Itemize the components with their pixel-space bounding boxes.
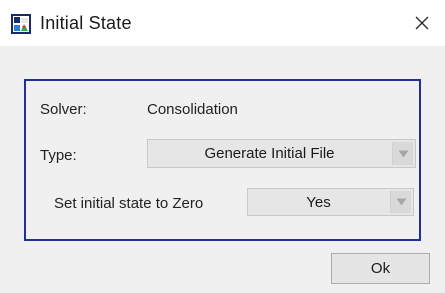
close-button[interactable] [399, 0, 445, 46]
chevron-down-icon [398, 150, 408, 157]
zero-state-label: Set initial state to Zero [54, 195, 204, 212]
initial-state-dialog: Initial State Solver: Consolidation Type… [0, 0, 445, 293]
zero-state-dropdown[interactable]: Yes [247, 188, 414, 216]
close-icon [415, 16, 429, 30]
chevron-down-icon [396, 198, 406, 206]
ok-button[interactable]: Ok [331, 253, 430, 284]
type-dropdown-value: Generate Initial File [204, 145, 335, 162]
type-dropdown[interactable]: Generate Initial File [147, 139, 416, 168]
zero-state-dropdown-arrow[interactable] [390, 191, 411, 213]
app-icon [11, 14, 31, 34]
type-label: Type: [40, 147, 77, 164]
solver-value: Consolidation [147, 101, 238, 118]
solver-label: Solver: [40, 101, 87, 118]
settings-group: Solver: Consolidation Type: Generate Ini… [24, 79, 421, 241]
window-title: Initial State [40, 13, 132, 33]
title-bar: Initial State [0, 0, 445, 46]
zero-state-dropdown-value: Yes [306, 193, 331, 211]
type-dropdown-arrow[interactable] [392, 142, 413, 165]
